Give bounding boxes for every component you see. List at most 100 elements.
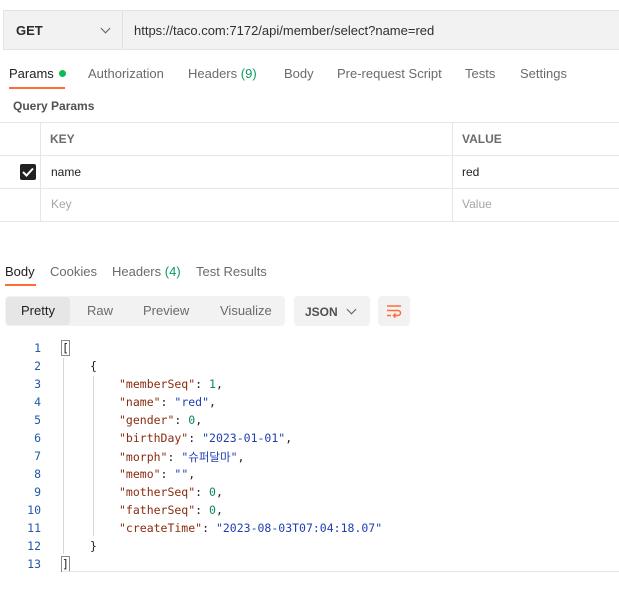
json-key: "createTime" [119, 521, 203, 535]
url-input[interactable]: https://taco.com:7172/api/member/select?… [134, 23, 434, 38]
line-number: 3 [34, 377, 41, 391]
json-key: "birthDay" [119, 431, 189, 445]
tab-label: Tests [465, 66, 496, 81]
json-key: "fatherSeq" [119, 503, 196, 517]
table-divider [0, 122, 619, 123]
code-line: [ [61, 340, 70, 356]
code-line: "createTime": "2023-08-03T07:04:18.07" [119, 521, 382, 535]
view-mode-raw[interactable]: Raw [87, 303, 113, 318]
new-param-key-input[interactable]: Key [51, 197, 72, 211]
tab-count: (9) [240, 66, 257, 81]
tab-settings[interactable]: Settings [520, 66, 567, 81]
code-punctuation: : [195, 485, 210, 499]
code-punctuation: : [195, 503, 210, 517]
column-header-value: VALUE [462, 132, 502, 146]
code-line: "name": "red", [119, 395, 216, 409]
json-value: "2023-01-01" [202, 431, 286, 445]
new-param-value-input[interactable]: Value [462, 197, 492, 211]
response-tab-headers[interactable]: Headers (4) [112, 264, 181, 279]
tab-authorization[interactable]: Authorization [88, 66, 164, 81]
code-line: "fatherSeq": 0, [119, 503, 223, 517]
line-number: 1 [34, 341, 41, 355]
chevron-down-icon [100, 23, 111, 34]
format-label: JSON [305, 305, 338, 319]
tab-count: (4) [164, 264, 181, 279]
tab-tests[interactable]: Tests [465, 66, 495, 81]
request-bar: GET https://taco.com:7172/api/member/sel… [3, 10, 619, 50]
line-number: 5 [34, 413, 41, 427]
tab-params[interactable]: Params [9, 66, 66, 81]
code-punctuation: ] [61, 556, 70, 572]
code-punctuation: [ [61, 340, 70, 356]
code-punctuation: , [215, 377, 223, 391]
method-select[interactable]: GET [4, 11, 123, 49]
response-tab-cookies[interactable]: Cookies [50, 264, 97, 279]
line-number: 2 [34, 359, 41, 373]
line-number: 6 [34, 431, 41, 445]
line-number: 7 [34, 449, 41, 463]
active-tab-underline [9, 87, 65, 89]
json-value: 1 [209, 377, 216, 391]
response-tab-body[interactable]: Body [5, 264, 35, 279]
json-value: 0 [209, 485, 216, 499]
json-value: 0 [209, 503, 216, 517]
line-number: 4 [34, 395, 41, 409]
tab-label: Test Results [196, 264, 267, 279]
json-key: "memo" [119, 467, 161, 481]
param-enabled-checkbox[interactable] [20, 164, 36, 180]
method-label: GET [16, 23, 43, 38]
view-mode-preview[interactable]: Preview [143, 303, 189, 318]
tab-label: Cookies [50, 264, 97, 279]
active-tab-underline [5, 284, 36, 286]
code-line: { [90, 359, 97, 373]
json-value: "2023-08-03T07:04:18.07" [215, 521, 383, 535]
table-divider [40, 122, 41, 221]
line-number: 13 [27, 557, 41, 571]
code-punctuation: , [215, 503, 223, 517]
param-key[interactable]: name [51, 165, 81, 179]
code-line: "motherSeq": 0, [119, 485, 223, 499]
json-key: "morph" [119, 450, 168, 464]
line-number: 11 [27, 521, 41, 535]
tab-label: Body [284, 66, 314, 81]
code-punctuation: , [285, 431, 293, 445]
code-punctuation: : [167, 450, 182, 464]
tab-body[interactable]: Body [284, 66, 314, 81]
table-divider [0, 188, 619, 189]
line-number: 12 [27, 539, 41, 553]
table-divider [0, 221, 619, 222]
view-mode-pretty[interactable]: Pretty [21, 303, 55, 318]
tab-pre-request-script[interactable]: Pre-request Script [337, 66, 442, 81]
line-number: 9 [34, 485, 41, 499]
json-key: "gender" [119, 413, 175, 427]
code-punctuation: : [160, 467, 175, 481]
table-divider [452, 122, 453, 221]
code-line: "memo": "", [119, 467, 195, 481]
code-line: "memberSeq": 1, [119, 377, 223, 391]
code-punctuation: , [209, 395, 216, 409]
tab-headers[interactable]: Headers (9) [188, 66, 257, 81]
tab-label: Pre-request Script [337, 66, 442, 81]
code-punctuation: : [160, 395, 175, 409]
check-icon [22, 167, 34, 177]
indent-guide [63, 358, 64, 554]
line-number: 10 [27, 503, 41, 517]
json-value: "" [174, 467, 189, 481]
json-key: "name" [119, 395, 161, 409]
code-punctuation: , [195, 413, 203, 427]
tab-label: Headers [112, 264, 162, 279]
tab-label: Authorization [88, 66, 164, 81]
code-punctuation: { [90, 359, 97, 373]
tab-label: Settings [520, 66, 567, 81]
wrap-lines-button[interactable] [378, 296, 410, 326]
code-punctuation: : [195, 377, 210, 391]
code-line: "morph": "슈퍼달마", [119, 449, 244, 465]
response-tab-test-results[interactable]: Test Results [196, 264, 267, 279]
param-value[interactable]: red [462, 165, 479, 179]
code-punctuation: , [215, 485, 223, 499]
code-punctuation: : [202, 521, 216, 535]
code-punctuation: , [188, 467, 196, 481]
view-mode-visualize[interactable]: Visualize [220, 303, 272, 318]
json-value: "red" [174, 395, 210, 409]
code-line: ] [61, 556, 70, 572]
